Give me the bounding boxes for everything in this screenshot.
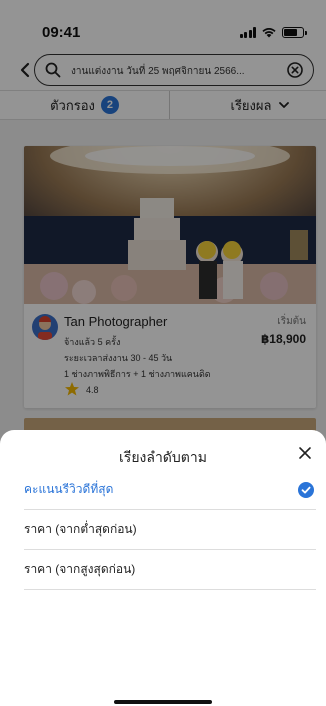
sort-option-label: ราคา (จากสูงสุดก่อน) bbox=[24, 562, 136, 576]
sort-option-price-high[interactable]: ราคา (จากสูงสุดก่อน) bbox=[24, 550, 316, 590]
sort-option-label: ราคา (จากต่ำสุดก่อน) bbox=[24, 522, 137, 536]
sort-bottom-sheet: เรียงลำดับตาม คะแนนรีวิวดีที่สุด ราคา (จ… bbox=[0, 430, 326, 706]
check-circle-icon bbox=[298, 482, 314, 498]
sort-option-price-low[interactable]: ราคา (จากต่ำสุดก่อน) bbox=[24, 510, 316, 550]
sort-option-review[interactable]: คะแนนรีวิวดีที่สุด bbox=[24, 470, 316, 510]
home-indicator bbox=[114, 700, 212, 704]
sort-option-label: คะแนนรีวิวดีที่สุด bbox=[24, 482, 114, 496]
screen: 09:41 งานแต่งงาน วันที่ 25 พฤศจิกายน 256… bbox=[0, 0, 326, 706]
close-icon[interactable] bbox=[298, 446, 312, 460]
sheet-title: เรียงลำดับตาม bbox=[119, 449, 207, 465]
